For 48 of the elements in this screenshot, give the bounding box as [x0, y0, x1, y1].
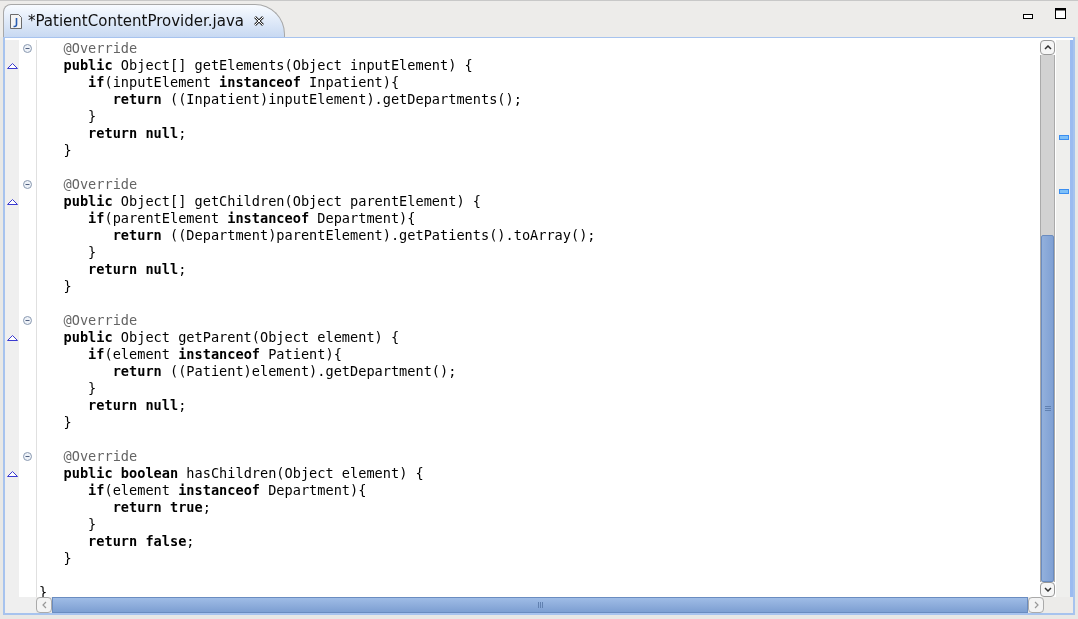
code-line: if(element instanceof Patient){ [87, 346, 342, 362]
caret-right-icon [1033, 601, 1039, 609]
overview-marker[interactable] [1059, 189, 1069, 194]
code-line: public Object getParent(Object element) { [62, 329, 400, 345]
caret-left-icon [41, 601, 47, 609]
caret-up-icon [1043, 45, 1052, 50]
overview-marker[interactable] [1059, 135, 1069, 140]
code-line: return ((Patient)element).getDepartment(); [111, 363, 457, 379]
scroll-up-button[interactable] [1040, 40, 1055, 55]
code-line: if(inputElement instanceof Inpatient){ [87, 74, 400, 90]
code-line: @Override [62, 40, 138, 56]
code-line: @Override [62, 176, 138, 192]
maximize-icon[interactable] [1055, 8, 1066, 19]
vertical-scroll-thumb[interactable] [1041, 235, 1054, 582]
code-line: } [62, 142, 72, 158]
code-line: return false; [87, 533, 195, 549]
code-line: public boolean hasChildren(Object element) { [62, 465, 424, 481]
code-line: return null; [87, 261, 187, 277]
close-icon[interactable] [253, 16, 264, 26]
code-line: return true; [111, 499, 211, 515]
editor-tab[interactable]: *PatientContentProvider.java [3, 4, 285, 37]
code-line: } [87, 108, 97, 124]
code-line: return null; [87, 397, 187, 413]
collapse-icon[interactable] [23, 180, 32, 189]
code-line: @Override [62, 448, 138, 464]
scroll-down-button[interactable] [1040, 582, 1055, 597]
collapse-icon[interactable] [23, 316, 32, 325]
caret-down-icon [1043, 587, 1052, 592]
code-line: return ((Inpatient)inputElement).getDepartments(); [111, 91, 522, 107]
collapse-icon[interactable] [23, 44, 32, 53]
collapse-icon[interactable] [23, 452, 32, 461]
code-line: public Object[] getChildren(Object parentElement) { [62, 193, 481, 209]
code-line: } [87, 516, 97, 532]
horizontal-scroll-thumb[interactable] [52, 597, 1028, 613]
code-line: } [62, 278, 72, 294]
code-line: } [62, 550, 72, 566]
code-line: } [87, 380, 97, 396]
code-line: if(element instanceof Department){ [87, 482, 367, 498]
code-line: } [62, 414, 72, 430]
code-line: if(parentElement instanceof Department){ [87, 210, 416, 226]
code-line: } [87, 244, 97, 260]
code-line: @Override [62, 312, 138, 328]
code-line: return ((Department)parentElement).getPatients().toArray(); [111, 227, 596, 243]
code-line: public Object[] getElements(Object inputElement) { [62, 57, 473, 73]
code-line: return null; [87, 125, 187, 141]
java-file-icon [10, 13, 22, 29]
tab-title: *PatientContentProvider.java [28, 12, 244, 30]
minimize-icon[interactable] [1023, 14, 1033, 19]
